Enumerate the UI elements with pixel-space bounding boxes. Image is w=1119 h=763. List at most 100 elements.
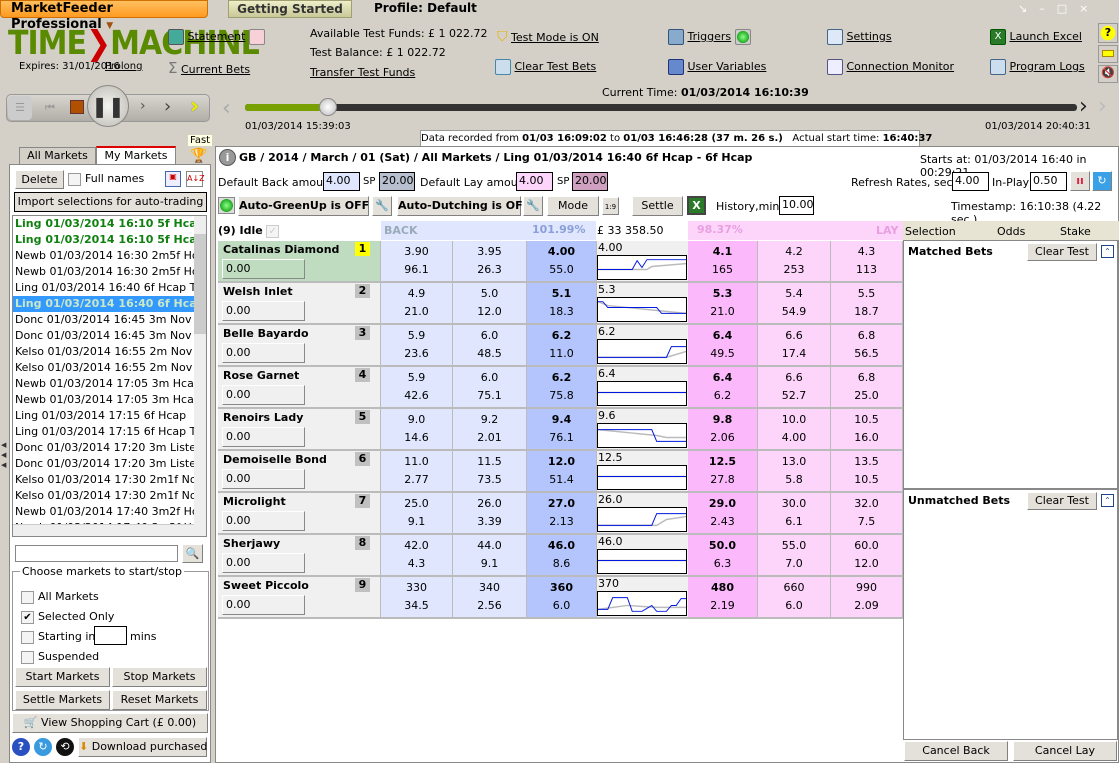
settle-button[interactable]: Settle	[632, 196, 683, 216]
lay-price-cell[interactable]: 6.6 52.7	[758, 367, 831, 409]
market-list-item[interactable]: Ling 01/03/2014 17:15 6f Hcap To Be Plac…	[13, 424, 194, 440]
all-markets-checkbox[interactable]	[21, 590, 34, 604]
lay-price-cell[interactable]: 5.5 18.7	[831, 283, 903, 325]
speed-normal-button[interactable]: ›	[164, 96, 171, 117]
timeline-slider[interactable]	[245, 104, 1077, 111]
current-bets-link[interactable]: Current Bets	[181, 63, 250, 76]
market-list-item[interactable]: Newb 01/03/2014 16:30 2m5f Hcap Hrd	[13, 248, 194, 264]
lay-price-cell[interactable]: 55.0 7.0	[758, 535, 831, 577]
getting-started-tab[interactable]: Getting Started	[228, 0, 352, 18]
back-price-cell[interactable]: 5.9 23.6	[381, 325, 453, 367]
suspended-checkbox[interactable]	[21, 650, 34, 664]
back-price-cell[interactable]: 3.90 96.1	[381, 241, 453, 283]
back-price-cell[interactable]: 27.0 2.13	[527, 493, 597, 535]
lay-price-cell[interactable]: 990 2.09	[831, 577, 903, 619]
start-markets-button[interactable]: Start Markets	[15, 667, 110, 687]
timeline-end-icon[interactable]: ›	[1098, 94, 1107, 119]
tab-all-markets[interactable]: All Markets	[19, 147, 96, 164]
user-variables-link[interactable]: User Variables	[688, 60, 767, 73]
settle-markets-button[interactable]: Settle Markets	[15, 690, 110, 710]
runner-pl-field[interactable]: 0.00	[222, 259, 305, 279]
import-selections-button[interactable]: Import selections for auto-trading	[14, 192, 207, 212]
lay-price-cell[interactable]: 30.0 6.1	[758, 493, 831, 535]
market-list-item[interactable]: Ling 01/03/2014 16:10 5f Hcap	[13, 216, 194, 232]
lay-price-cell[interactable]: 4.2 253	[758, 241, 831, 283]
test-mode-link[interactable]: Test Mode is ON	[511, 31, 599, 44]
back-sp-input[interactable]: 20.00	[379, 172, 415, 191]
pause-button[interactable]: ❚❚	[87, 85, 129, 127]
default-lay-input[interactable]: 4.00	[516, 172, 553, 191]
lay-price-cell[interactable]: 12.5 27.8	[688, 451, 758, 493]
back-price-cell[interactable]: 330 34.5	[381, 577, 453, 619]
lay-price-cell[interactable]: 6.8 25.0	[831, 367, 903, 409]
eraser-icon[interactable]	[248, 29, 265, 45]
lay-price-cell[interactable]: 480 2.19	[688, 577, 758, 619]
search-button[interactable]: 🔍	[182, 544, 203, 563]
market-list-item[interactable]: Donc 01/03/2014 16:45 3m Nov Chs	[13, 328, 194, 344]
back-price-cell[interactable]: 11.0 2.77	[381, 451, 453, 493]
settings-link[interactable]: Settings	[847, 30, 892, 43]
rewind-button[interactable]: ⏮	[38, 96, 62, 120]
auto-greenup-button[interactable]: Auto-GreenUp is OFF	[238, 196, 369, 216]
program-logs-link[interactable]: Program Logs	[1010, 60, 1085, 73]
starting-in-minutes-input[interactable]	[94, 626, 127, 645]
bulb-icon[interactable]	[734, 29, 751, 45]
triggers-link[interactable]: Triggers	[688, 30, 732, 43]
selected-only-checkbox[interactable]: ✔	[21, 610, 34, 624]
back-price-cell[interactable]: 12.0 51.4	[527, 451, 597, 493]
mode-button[interactable]: Mode	[547, 196, 599, 216]
collapse-unmatched-icon[interactable]: ⌃	[1101, 494, 1114, 507]
sort-az-icon[interactable]: A↓Z	[186, 171, 205, 187]
market-list-item[interactable]: Ling 01/03/2014 17:15 6f Hcap	[13, 408, 194, 424]
cancel-back-button[interactable]: Cancel Back	[904, 741, 1008, 761]
back-price-cell[interactable]: 6.0 75.1	[453, 367, 527, 409]
runner-pl-field[interactable]: 0.00	[222, 427, 305, 447]
back-price-cell[interactable]: 11.5 73.5	[453, 451, 527, 493]
back-price-cell[interactable]: 360 6.0	[527, 577, 597, 619]
back-price-cell[interactable]: 9.2 2.01	[453, 409, 527, 451]
cancel-lay-button[interactable]: Cancel Lay	[1013, 741, 1117, 761]
back-price-cell[interactable]: 6.0 48.5	[453, 325, 527, 367]
lay-sp-input[interactable]: 20.00	[572, 172, 608, 191]
lay-price-cell[interactable]: 5.3 21.0	[688, 283, 758, 325]
runner-pl-field[interactable]: 0.00	[222, 511, 305, 531]
lay-price-cell[interactable]: 29.0 2.43	[688, 493, 758, 535]
lay-price-cell[interactable]: 9.8 2.06	[688, 409, 758, 451]
view-cart-button[interactable]: 🛒 View Shopping Cart (£ 0.00)	[12, 713, 208, 733]
runner-pl-field[interactable]: 0.00	[222, 553, 305, 573]
sound-off-icon[interactable]: 🔇	[1098, 65, 1118, 83]
market-list-item[interactable]: Ling 01/03/2014 16:10 5f Hcap To Be Plac…	[13, 232, 194, 248]
market-list-item[interactable]: Donc 01/03/2014 16:45 3m Nov Chs To Be P…	[13, 312, 194, 328]
greenup-settings-icon[interactable]: 🔧	[372, 196, 392, 216]
market-list-item[interactable]: Kelso 01/03/2014 16:55 2m Nov Hrd	[13, 344, 194, 360]
market-list-item[interactable]: Kelso 01/03/2014 17:30 2m1f Nov Hcap Hrd	[13, 472, 194, 488]
lay-price-cell[interactable]: 660 6.0	[758, 577, 831, 619]
triggers-toggle-icon[interactable]	[218, 197, 235, 214]
runner-pl-field[interactable]: 0.00	[222, 469, 305, 489]
reset-markets-button[interactable]: Reset Markets	[112, 690, 207, 710]
history-input[interactable]: 10.00	[779, 196, 814, 215]
market-list-item[interactable]: Newb 01/03/2014 17:05 3m Hcap Hrd	[13, 376, 194, 392]
dutching-settings-icon[interactable]: 🔧	[523, 196, 543, 216]
refresh-rates-input[interactable]: 4.00	[952, 172, 989, 191]
launch-excel-link[interactable]: Launch Excel	[1010, 30, 1082, 43]
speed-slow-button[interactable]: ›	[140, 98, 146, 114]
delete-button[interactable]: Delete	[15, 170, 64, 189]
download-purchased-button[interactable]: ⬇ Download purchased	[78, 737, 207, 757]
market-list-item[interactable]: Donc 01/03/2014 17:20 3m Listed Hrd	[13, 440, 194, 456]
back-price-cell[interactable]: 5.0 12.0	[453, 283, 527, 325]
lay-price-cell[interactable]: 6.8 56.5	[831, 325, 903, 367]
tab-my-markets[interactable]: My Markets	[96, 146, 176, 165]
speed-fast-button[interactable]: ›	[190, 94, 199, 119]
lay-price-cell[interactable]: 32.0 7.5	[831, 493, 903, 535]
back-price-cell[interactable]: 340 2.56	[453, 577, 527, 619]
inplay-rate-input[interactable]: 0.50	[1030, 172, 1067, 191]
horizontal-scrollbar[interactable]	[13, 524, 194, 536]
runner-pl-field[interactable]: 0.00	[222, 343, 305, 363]
refresh-now-button[interactable]: ↻	[1092, 171, 1112, 191]
back-price-cell[interactable]: 9.4 76.1	[527, 409, 597, 451]
market-list[interactable]: Ling 01/03/2014 16:10 5f Hcap Ling 01/03/…	[12, 215, 207, 537]
back-price-cell[interactable]: 9.0 14.6	[381, 409, 453, 451]
runner-pl-field[interactable]: 0.00	[222, 385, 305, 405]
full-names-checkbox[interactable]	[68, 172, 81, 186]
